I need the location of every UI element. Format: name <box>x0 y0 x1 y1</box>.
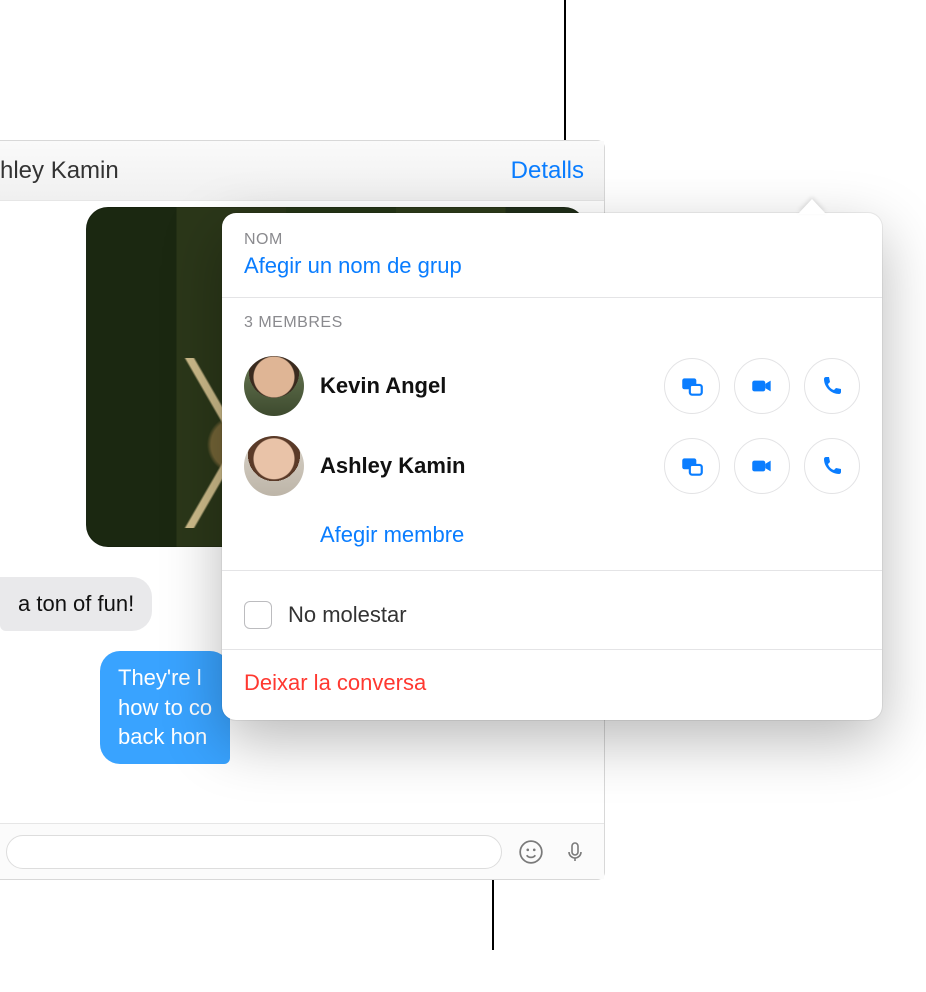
dnd-checkbox[interactable] <box>244 601 272 629</box>
microphone-icon[interactable] <box>560 837 590 867</box>
member-name: Ashley Kamin <box>320 453 648 479</box>
leave-conversation-button[interactable]: Deixar la conversa <box>244 666 426 696</box>
video-icon[interactable] <box>734 358 790 414</box>
phone-icon[interactable] <box>804 358 860 414</box>
message-input[interactable] <box>6 835 502 869</box>
member-row: Kevin Angel <box>244 346 860 426</box>
member-actions <box>664 358 860 414</box>
details-popover: Nom Afegir un nom de grup 3 membres Kevi… <box>222 213 882 720</box>
screenshare-icon[interactable] <box>664 358 720 414</box>
incoming-message: a ton of fun! <box>0 577 152 631</box>
divider <box>222 649 882 650</box>
avatar <box>244 436 304 496</box>
add-group-name-button[interactable]: Afegir un nom de grup <box>244 253 462 293</box>
video-icon[interactable] <box>734 438 790 494</box>
chat-header: hley Kamin Detalls <box>0 141 604 201</box>
screenshare-icon[interactable] <box>664 438 720 494</box>
divider <box>222 297 882 298</box>
outgoing-message: They're l how to co back hon <box>100 651 230 764</box>
message-text: a ton of fun! <box>18 591 134 616</box>
phone-icon[interactable] <box>804 438 860 494</box>
message-text: They're l how to co back hon <box>118 665 212 749</box>
dnd-label: No molestar <box>288 602 407 628</box>
conversation-title: hley Kamin <box>0 157 119 185</box>
details-button[interactable]: Detalls <box>511 157 588 185</box>
do-not-disturb-row: No molestar <box>244 587 860 645</box>
name-section-label: Nom <box>244 231 860 249</box>
member-name: Kevin Angel <box>320 373 648 399</box>
emoji-icon[interactable] <box>516 837 546 867</box>
divider <box>222 570 882 571</box>
add-member-button[interactable]: Afegir membre <box>244 506 464 566</box>
members-section-label: 3 membres <box>244 314 860 332</box>
message-input-bar <box>0 823 604 879</box>
member-actions <box>664 438 860 494</box>
avatar <box>244 356 304 416</box>
member-row: Ashley Kamin <box>244 426 860 506</box>
